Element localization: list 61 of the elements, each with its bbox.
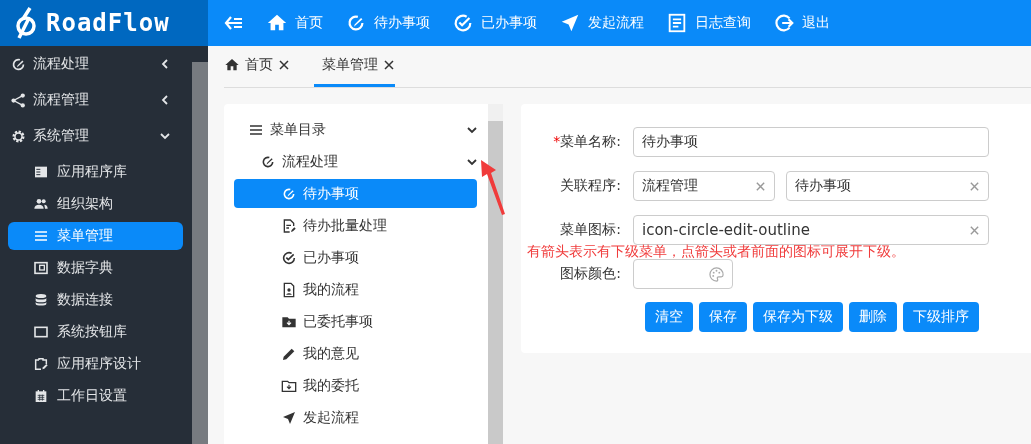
tree-item[interactable]: 我的意见	[234, 339, 477, 368]
send-icon	[559, 12, 581, 34]
scrollbar[interactable]	[488, 104, 503, 444]
chevron-down-icon[interactable]	[467, 156, 477, 167]
tree-item[interactable]: 发起流程	[234, 403, 477, 432]
sidebar-subitem[interactable]: 组织架构	[8, 190, 183, 218]
tree-item[interactable]: 已委托事项	[234, 307, 477, 336]
annotation-text: 有箭头表示有下级菜单，点箭头或者前面的图标可展开下级。	[527, 243, 905, 261]
logo-icon	[14, 6, 38, 40]
logo-text: RoadFlow	[46, 9, 170, 37]
annotation-arrow	[478, 158, 506, 216]
sidebar-item[interactable]: 流程处理	[0, 46, 184, 82]
scrollbar[interactable]	[192, 46, 208, 444]
close-icon[interactable]	[278, 59, 290, 71]
field-label: *菜单名称:	[552, 133, 622, 151]
chevron-down-icon[interactable]	[467, 124, 477, 135]
calendar-icon	[33, 388, 49, 404]
sidebar-subitem[interactable]: 数据字典	[8, 254, 183, 282]
sidebar-subitem[interactable]: 应用程序设计	[8, 350, 183, 378]
document-edit-icon	[281, 217, 297, 234]
input-field[interactable]: 待办事项	[633, 127, 989, 157]
tree-item[interactable]: 我的流程	[234, 275, 477, 304]
share-icon	[10, 91, 27, 109]
field-label: 关联程序:	[559, 177, 622, 195]
sidebar-subitem[interactable]: 数据连接	[8, 286, 183, 314]
select-field[interactable]: 待办事项	[786, 171, 989, 201]
sidebar-item[interactable]: 流程管理	[0, 82, 184, 118]
tree-item[interactable]: 菜单目录	[234, 115, 477, 144]
close-icon[interactable]	[383, 59, 395, 71]
window-icon	[33, 324, 49, 340]
briefcase-edit-icon	[33, 356, 49, 372]
input-field[interactable]: icon-circle-edit-outline	[633, 215, 989, 245]
select-field[interactable]: 流程管理	[633, 171, 775, 201]
sidebar-item[interactable]: 系统管理	[0, 118, 184, 154]
check-circle-icon	[452, 12, 474, 34]
send-icon	[281, 409, 297, 426]
sidebar-subitem[interactable]: 工作日设置	[8, 382, 183, 410]
tree-item[interactable]: 流程处理	[234, 147, 477, 176]
palette-icon[interactable]	[709, 266, 724, 282]
tree-item[interactable]: 待办批量处理	[234, 211, 477, 240]
document-icon	[666, 12, 688, 34]
tab[interactable]: 菜单管理	[314, 46, 395, 87]
tree-item[interactable]: 我的委托	[234, 371, 477, 400]
chevron-left-icon[interactable]	[160, 95, 170, 105]
exit-icon	[773, 12, 795, 34]
tree-item[interactable]: 已办事项	[234, 243, 477, 272]
database-icon	[33, 292, 49, 308]
field-label: 图标颜色:	[559, 265, 622, 283]
tab[interactable]: 首页	[224, 46, 298, 87]
sidebar-subitem[interactable]: 系统按钮库	[8, 318, 183, 346]
color-picker-field[interactable]	[633, 259, 733, 289]
chevron-left-icon[interactable]	[160, 59, 170, 69]
collapse-menu-icon[interactable]	[224, 15, 244, 31]
document-person-icon	[281, 281, 297, 298]
field-label: 菜单图标:	[559, 221, 622, 239]
people-icon	[33, 196, 49, 212]
menu-icon	[33, 228, 49, 244]
check-circle-icon	[281, 249, 297, 266]
chevron-down-icon[interactable]	[160, 131, 170, 141]
sidebar-subitem[interactable]: 应用程序库	[8, 158, 183, 186]
home-icon	[224, 57, 240, 73]
